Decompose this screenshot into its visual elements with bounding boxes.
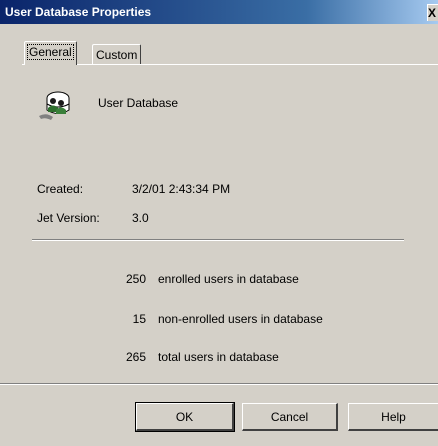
user-database-icon (39, 91, 70, 120)
tab-custom-label: Custom (96, 48, 138, 62)
cancel-button[interactable]: Cancel (242, 403, 338, 431)
tab-general-label: General (27, 44, 74, 60)
total-count: 265 (125, 350, 146, 364)
database-name: User Database (98, 96, 179, 110)
details-separator (32, 239, 404, 241)
enrolled-count: 250 (125, 272, 146, 286)
created-label: Created: (37, 182, 84, 196)
non-enrolled-text: non-enrolled users in database (158, 312, 323, 326)
window-title: User Database Properties (5, 5, 152, 19)
tab-panel-border (22, 64, 438, 65)
enrolled-text: enrolled users in database (158, 272, 299, 286)
close-button[interactable]: X (427, 4, 438, 21)
jet-version-label: Jet Version: (37, 211, 100, 225)
title-bar: User Database Properties X (0, 0, 438, 24)
ok-button[interactable]: OK (135, 402, 235, 432)
created-value: 3/2/01 2:43:34 PM (132, 182, 231, 196)
jet-version-value: 3.0 (132, 211, 149, 225)
non-enrolled-count: 15 (132, 312, 146, 326)
total-text: total users in database (158, 350, 279, 364)
help-button[interactable]: Help (348, 403, 438, 431)
tab-custom[interactable]: Custom (92, 44, 142, 65)
button-separator (0, 383, 438, 385)
tab-general[interactable]: General (24, 41, 77, 65)
